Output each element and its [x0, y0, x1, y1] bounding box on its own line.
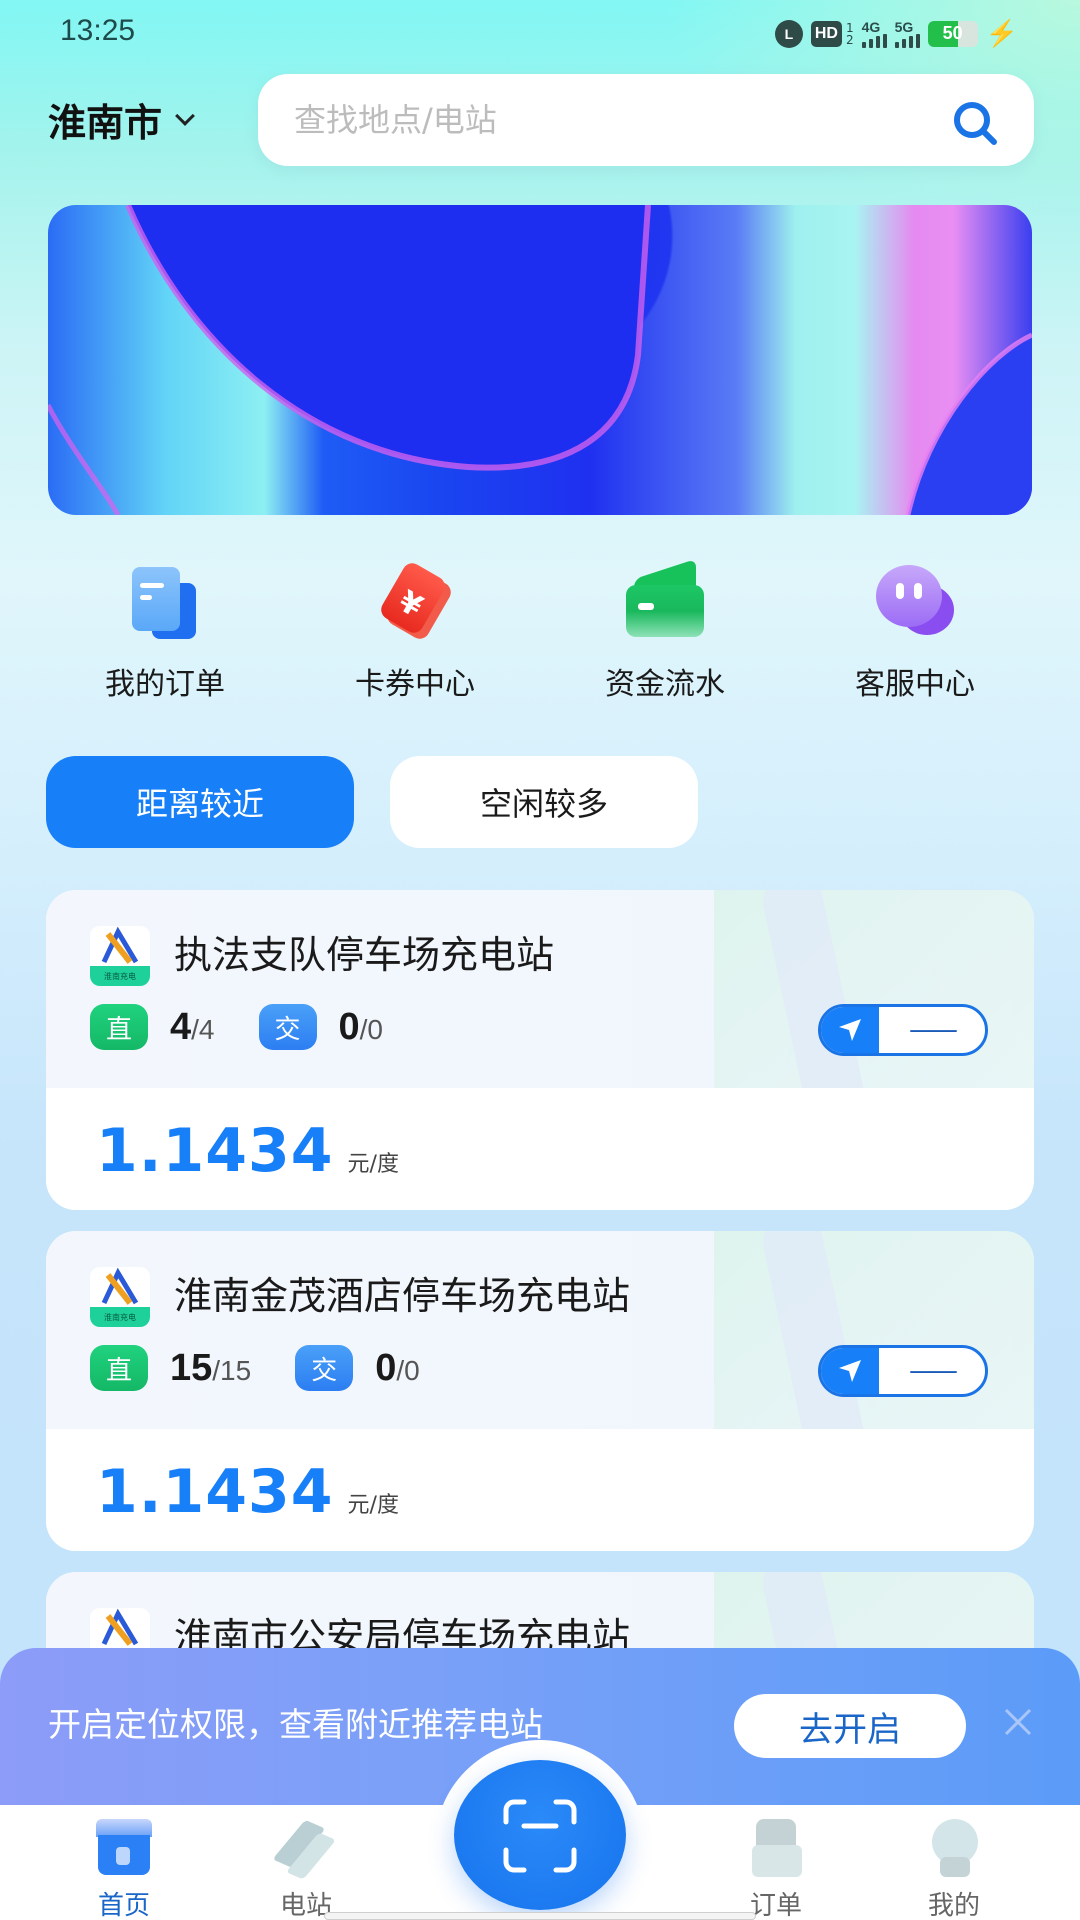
charging-icon: ⚡: [985, 18, 1018, 48]
header: 淮南市: [0, 74, 1080, 166]
navigate-button[interactable]: ——: [818, 1004, 988, 1056]
ac-total-count: /0: [396, 1354, 420, 1386]
chat-bubble-icon: [870, 555, 960, 645]
tab-stations[interactable]: 电站: [236, 1805, 376, 1920]
user-icon: [922, 1819, 986, 1879]
tab-nearest[interactable]: 距离较近: [46, 756, 354, 848]
tab-home[interactable]: 首页: [54, 1805, 194, 1920]
order-document-icon: [120, 555, 210, 645]
quick-label: 卡券中心: [355, 667, 475, 702]
sim-indicator: 12: [845, 20, 854, 47]
4g-signal-icon: 4G: [861, 20, 887, 48]
navigation-arrow-icon: [839, 1360, 861, 1382]
city-selector[interactable]: 淮南市: [48, 92, 195, 147]
filter-tabs: 距离较近 空闲较多: [46, 756, 698, 848]
search-input[interactable]: [294, 101, 894, 139]
home-icon: [92, 1819, 156, 1879]
lightning-icon: [272, 1819, 338, 1880]
5g-signal-icon: 5G: [894, 20, 920, 48]
battery-icon: 50: [927, 20, 978, 47]
quick-label: 资金流水: [605, 667, 725, 702]
scan-button[interactable]: [454, 1760, 626, 1910]
quick-menu: 我的订单 ¥ 卡券中心 资金流水 客服中心: [40, 555, 1040, 703]
city-name: 淮南市: [48, 101, 163, 145]
tab-label: 首页: [97, 1891, 150, 1920]
alarm-icon: L: [774, 19, 803, 48]
price: 1.1434 元/度: [96, 1116, 399, 1186]
tab-orders[interactable]: 订单: [706, 1805, 846, 1920]
quick-item-transactions[interactable]: 资金流水: [540, 555, 790, 703]
scan-icon: [503, 1799, 577, 1873]
hd-icon: HD: [810, 20, 842, 47]
price-value: 1.1434: [96, 1116, 334, 1186]
station-name: 淮南金茂酒店停车场充电站: [174, 1274, 631, 1318]
navigate-button[interactable]: ——: [818, 1345, 988, 1397]
tab-most-available[interactable]: 空闲较多: [390, 756, 698, 848]
ac-free-count: 0: [375, 1346, 397, 1389]
price-unit: 元/度: [347, 1152, 399, 1177]
order-icon: [744, 1819, 808, 1879]
station-logo: 淮南充电: [90, 1267, 150, 1327]
station-card[interactable]: 淮南充电 淮南金茂酒店停车场充电站 直 15/15 交 0/0 —— 1.143…: [46, 1231, 1034, 1551]
banner-artwork: [48, 205, 1032, 515]
quick-item-customer-service[interactable]: 客服中心: [790, 555, 1040, 703]
distance-value: ——: [909, 1356, 958, 1386]
distance-value: ——: [909, 1015, 958, 1045]
port-availability: 直 4/4 交 0/0: [90, 1004, 427, 1050]
tab-label: 我的: [927, 1891, 980, 1920]
station-logo: 淮南充电: [90, 926, 150, 986]
status-icons: L HD 12 4G 5G 50 ⚡: [774, 18, 1018, 49]
dc-free-count: 15: [170, 1346, 213, 1389]
dc-total-count: /15: [212, 1354, 252, 1386]
ac-badge: 交: [295, 1345, 354, 1391]
quick-item-my-orders[interactable]: 我的订单: [40, 555, 290, 703]
home-indicator[interactable]: [324, 1912, 756, 1920]
quick-label: 我的订单: [105, 667, 225, 702]
status-bar: 13:25 L HD 12 4G 5G 50 ⚡: [0, 0, 1080, 66]
price: 1.1434 元/度: [96, 1457, 399, 1527]
quick-item-coupons[interactable]: ¥ 卡券中心: [290, 555, 540, 703]
ac-total-count: /0: [359, 1013, 383, 1045]
dc-badge: 直: [90, 1345, 148, 1391]
coupon-tag-icon: ¥: [370, 555, 460, 645]
chevron-down-icon: [175, 105, 195, 126]
search-icon[interactable]: [950, 98, 1000, 148]
dc-badge: 直: [90, 1004, 148, 1050]
dc-total-count: /4: [191, 1013, 215, 1045]
location-prompt-text: 开启定位权限，查看附近推荐电站: [48, 1705, 543, 1744]
price-value: 1.1434: [96, 1457, 334, 1527]
status-time: 13:25: [60, 14, 136, 47]
dc-free-count: 4: [170, 1005, 192, 1048]
wallet-card-icon: [620, 555, 710, 645]
port-availability: 直 15/15 交 0/0: [90, 1345, 464, 1391]
price-unit: 元/度: [347, 1493, 399, 1518]
enable-location-button[interactable]: 去开启: [734, 1694, 966, 1758]
quick-label: 客服中心: [855, 667, 975, 702]
station-name: 执法支队停车场充电站: [174, 933, 555, 977]
tab-profile[interactable]: 我的: [884, 1805, 1024, 1920]
ac-badge: 交: [258, 1004, 317, 1050]
close-icon[interactable]: [1000, 1704, 1036, 1740]
station-card[interactable]: 淮南充电 执法支队停车场充电站 直 4/4 交 0/0 —— 1.1434 元/…: [46, 890, 1034, 1210]
ac-free-count: 0: [338, 1005, 360, 1048]
navigation-arrow-icon: [839, 1019, 861, 1041]
tab-label: 订单: [749, 1891, 802, 1920]
promo-banner[interactable]: [48, 205, 1032, 515]
search-box[interactable]: [258, 74, 1034, 166]
